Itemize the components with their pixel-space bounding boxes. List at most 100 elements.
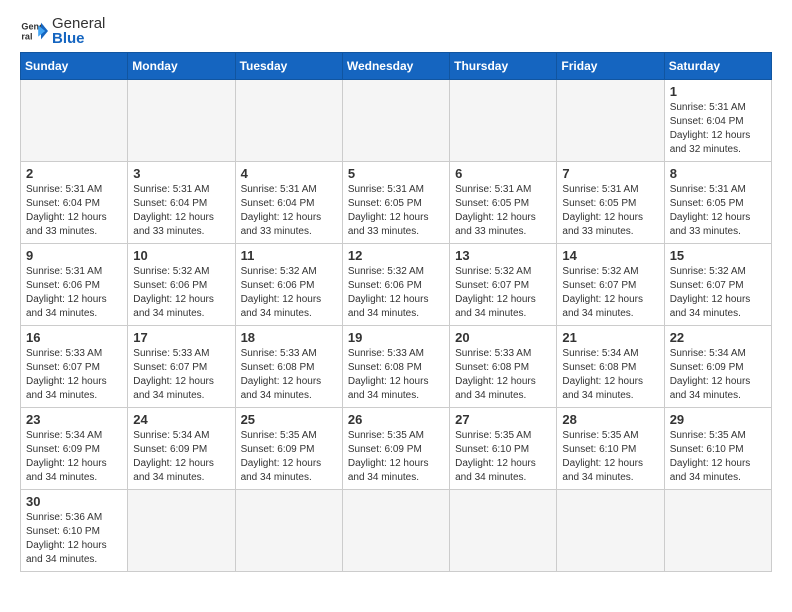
cell-info: Sunrise: 5:31 AMSunset: 6:05 PMDaylight:… <box>455 183 551 239</box>
calendar-body: 1 Sunrise: 5:31 AMSunset: 6:04 PMDaylight… <box>21 80 772 572</box>
calendar-cell <box>557 80 664 162</box>
calendar-week-4: 23 Sunrise: 5:34 AMSunset: 6:09 PMDayligh… <box>21 408 772 490</box>
calendar-cell: 4Sunrise: 5:31 AMSunset: 6:04 PMDaylight… <box>235 162 342 244</box>
day-number: 19 <box>348 330 444 345</box>
day-number: 12 <box>348 248 444 263</box>
cell-info: Sunrise: 5:32 AMSunset: 6:06 PMDaylight:… <box>133 265 229 321</box>
day-number: 5 <box>348 166 444 181</box>
day-number: 24 <box>133 412 229 427</box>
calendar-cell: 15Sunrise: 5:32 AMSunset: 6:07 PMDayligh… <box>664 244 771 326</box>
calendar-cell <box>128 80 235 162</box>
header: Gene ral General Blue <box>20 16 772 46</box>
day-number: 25 <box>241 412 337 427</box>
cell-info: Sunrise: 5:35 AMSunset: 6:09 PMDaylight:… <box>241 429 337 485</box>
day-number: 26 <box>348 412 444 427</box>
header-day-friday: Friday <box>557 53 664 80</box>
cell-info: Sunrise: 5:31 AMSunset: 6:04 PMDaylight:… <box>26 183 122 239</box>
day-number: 18 <box>241 330 337 345</box>
cell-info: Sunrise: 5:32 AMSunset: 6:07 PMDaylight:… <box>670 265 766 321</box>
calendar-cell: 30Sunrise: 5:36 AMSunset: 6:10 PMDayligh… <box>21 490 128 572</box>
calendar-cell: 28 Sunrise: 5:35 AMSunset: 6:10 PMDayligh… <box>557 408 664 490</box>
calendar-cell: 3Sunrise: 5:31 AMSunset: 6:04 PMDaylight… <box>128 162 235 244</box>
calendar-cell: 21Sunrise: 5:34 AMSunset: 6:08 PMDayligh… <box>557 326 664 408</box>
cell-info: Sunrise: 5:31 AMSunset: 6:05 PMDaylight:… <box>670 183 766 239</box>
calendar-cell: 24 Sunrise: 5:34 AMSunset: 6:09 PMDayligh… <box>128 408 235 490</box>
calendar-week-1: 2 Sunrise: 5:31 AMSunset: 6:04 PMDaylight… <box>21 162 772 244</box>
logo-blue-text: Blue <box>52 31 105 46</box>
calendar-cell: 18 Sunrise: 5:33 AMSunset: 6:08 PMDayligh… <box>235 326 342 408</box>
day-number: 6 <box>455 166 551 181</box>
calendar-cell: 2 Sunrise: 5:31 AMSunset: 6:04 PMDaylight… <box>21 162 128 244</box>
cell-info: Sunrise: 5:32 AMSunset: 6:06 PMDaylight:… <box>241 265 337 321</box>
calendar-cell <box>450 80 557 162</box>
day-number: 14 <box>562 248 658 263</box>
calendar-cell: 22Sunrise: 5:34 AMSunset: 6:09 PMDayligh… <box>664 326 771 408</box>
header-day-thursday: Thursday <box>450 53 557 80</box>
calendar-cell: 25 Sunrise: 5:35 AMSunset: 6:09 PMDayligh… <box>235 408 342 490</box>
day-number: 20 <box>455 330 551 345</box>
cell-info: Sunrise: 5:31 AMSunset: 6:04 PMDaylight:… <box>241 183 337 239</box>
calendar-cell <box>557 490 664 572</box>
calendar-cell: 8 Sunrise: 5:31 AMSunset: 6:05 PMDaylight… <box>664 162 771 244</box>
calendar-cell: 29Sunrise: 5:35 AMSunset: 6:10 PMDayligh… <box>664 408 771 490</box>
calendar-cell: 6 Sunrise: 5:31 AMSunset: 6:05 PMDaylight… <box>450 162 557 244</box>
cell-info: Sunrise: 5:33 AMSunset: 6:08 PMDaylight:… <box>241 347 337 403</box>
day-number: 23 <box>26 412 122 427</box>
cell-info: Sunrise: 5:32 AMSunset: 6:07 PMDaylight:… <box>455 265 551 321</box>
calendar-cell: 17 Sunrise: 5:33 AMSunset: 6:07 PMDayligh… <box>128 326 235 408</box>
header-row: SundayMondayTuesdayWednesdayThursdayFrid… <box>21 53 772 80</box>
calendar-week-2: 9Sunrise: 5:31 AMSunset: 6:06 PMDaylight… <box>21 244 772 326</box>
cell-info: Sunrise: 5:36 AMSunset: 6:10 PMDaylight:… <box>26 511 122 567</box>
svg-text:ral: ral <box>21 31 32 41</box>
cell-info: Sunrise: 5:35 AMSunset: 6:10 PMDaylight:… <box>562 429 658 485</box>
calendar-cell: 20 Sunrise: 5:33 AMSunset: 6:08 PMDayligh… <box>450 326 557 408</box>
day-number: 10 <box>133 248 229 263</box>
calendar-week-5: 30Sunrise: 5:36 AMSunset: 6:10 PMDayligh… <box>21 490 772 572</box>
calendar-cell: 5 Sunrise: 5:31 AMSunset: 6:05 PMDaylight… <box>342 162 449 244</box>
calendar-cell: 16 Sunrise: 5:33 AMSunset: 6:07 PMDayligh… <box>21 326 128 408</box>
calendar-cell: 23 Sunrise: 5:34 AMSunset: 6:09 PMDayligh… <box>21 408 128 490</box>
day-number: 16 <box>26 330 122 345</box>
calendar-week-3: 16 Sunrise: 5:33 AMSunset: 6:07 PMDayligh… <box>21 326 772 408</box>
calendar-cell <box>342 80 449 162</box>
day-number: 2 <box>26 166 122 181</box>
day-number: 28 <box>562 412 658 427</box>
cell-info: Sunrise: 5:34 AMSunset: 6:09 PMDaylight:… <box>26 429 122 485</box>
header-day-monday: Monday <box>128 53 235 80</box>
logo-general-text: General <box>52 16 105 31</box>
calendar-cell: 26 Sunrise: 5:35 AMSunset: 6:09 PMDayligh… <box>342 408 449 490</box>
cell-info: Sunrise: 5:33 AMSunset: 6:07 PMDaylight:… <box>26 347 122 403</box>
cell-info: Sunrise: 5:32 AMSunset: 6:07 PMDaylight:… <box>562 265 658 321</box>
cell-info: Sunrise: 5:33 AMSunset: 6:08 PMDaylight:… <box>348 347 444 403</box>
calendar-cell: 7Sunrise: 5:31 AMSunset: 6:05 PMDaylight… <box>557 162 664 244</box>
header-day-sunday: Sunday <box>21 53 128 80</box>
calendar-cell: 19 Sunrise: 5:33 AMSunset: 6:08 PMDayligh… <box>342 326 449 408</box>
day-number: 8 <box>670 166 766 181</box>
general-blue-logo-icon: Gene ral <box>20 17 48 45</box>
calendar-cell <box>664 490 771 572</box>
calendar-week-0: 1 Sunrise: 5:31 AMSunset: 6:04 PMDaylight… <box>21 80 772 162</box>
cell-info: Sunrise: 5:33 AMSunset: 6:07 PMDaylight:… <box>133 347 229 403</box>
header-day-tuesday: Tuesday <box>235 53 342 80</box>
calendar-cell <box>342 490 449 572</box>
day-number: 3 <box>133 166 229 181</box>
calendar-table: SundayMondayTuesdayWednesdayThursdayFrid… <box>20 52 772 572</box>
calendar-cell <box>450 490 557 572</box>
cell-info: Sunrise: 5:31 AMSunset: 6:05 PMDaylight:… <box>348 183 444 239</box>
day-number: 1 <box>670 84 766 99</box>
cell-info: Sunrise: 5:34 AMSunset: 6:09 PMDaylight:… <box>133 429 229 485</box>
day-number: 13 <box>455 248 551 263</box>
day-number: 17 <box>133 330 229 345</box>
day-number: 9 <box>26 248 122 263</box>
day-number: 27 <box>455 412 551 427</box>
calendar-cell <box>235 80 342 162</box>
day-number: 29 <box>670 412 766 427</box>
day-number: 11 <box>241 248 337 263</box>
cell-info: Sunrise: 5:33 AMSunset: 6:08 PMDaylight:… <box>455 347 551 403</box>
calendar-cell: 10 Sunrise: 5:32 AMSunset: 6:06 PMDayligh… <box>128 244 235 326</box>
calendar-cell: 1 Sunrise: 5:31 AMSunset: 6:04 PMDaylight… <box>664 80 771 162</box>
cell-info: Sunrise: 5:34 AMSunset: 6:09 PMDaylight:… <box>670 347 766 403</box>
day-number: 21 <box>562 330 658 345</box>
cell-info: Sunrise: 5:31 AMSunset: 6:04 PMDaylight:… <box>670 101 766 157</box>
cell-info: Sunrise: 5:35 AMSunset: 6:09 PMDaylight:… <box>348 429 444 485</box>
